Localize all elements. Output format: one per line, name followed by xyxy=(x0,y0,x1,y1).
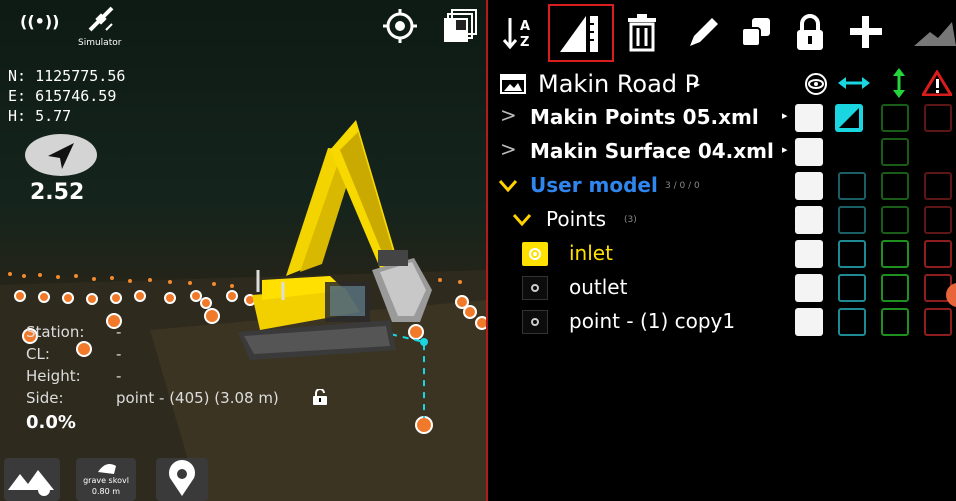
warning-checkbox[interactable] xyxy=(924,308,952,336)
terrain-hand-icon xyxy=(8,470,54,496)
plus-icon[interactable] xyxy=(846,12,886,52)
point-selected-icon[interactable] xyxy=(522,242,548,266)
truncation-arrow-icon: ▸ xyxy=(694,77,701,91)
height-label: Height: xyxy=(26,367,81,385)
grade-percent: 0.0% xyxy=(26,412,76,433)
bucket-width: 0.80 m xyxy=(91,487,121,496)
warning-icon[interactable] xyxy=(922,70,952,96)
station-label: Station: xyxy=(26,323,85,341)
vertical-checkbox[interactable] xyxy=(881,206,909,234)
tree-item-label[interactable]: outlet xyxy=(569,275,627,299)
east-coordinate: E: 615746.59 xyxy=(8,87,117,105)
map-pin-icon xyxy=(169,460,195,496)
bucket-name: grave skovl xyxy=(83,476,129,485)
pencil-icon[interactable] xyxy=(684,12,720,52)
tree-row-inlet[interactable]: inlet xyxy=(488,237,956,271)
truncation-arrow-icon: ▸ xyxy=(782,143,788,156)
sort-az-icon[interactable]: A Z xyxy=(500,12,536,52)
signal-icon[interactable]: ((•)) xyxy=(20,12,59,31)
side-value: point - (405) (3.08 m) xyxy=(116,389,279,407)
vertical-checkbox[interactable] xyxy=(881,104,909,132)
height-coordinate: H: 5.77 xyxy=(8,107,72,125)
bucket-selector-button[interactable]: grave skovl 0.80 m xyxy=(76,458,136,501)
map-3d-view[interactable]: ((•)) Simulator N: 1125775.56 E: 615746.… xyxy=(0,0,486,501)
chevron-down-icon[interactable] xyxy=(512,213,532,227)
tree-row-point-copy[interactable]: point - (1) copy1 xyxy=(488,305,956,339)
visibility-checkbox[interactable] xyxy=(795,308,823,336)
item-counts: (3) xyxy=(624,215,637,225)
point-icon[interactable] xyxy=(522,276,548,300)
project-title[interactable]: Makin Road P xyxy=(538,70,699,98)
visibility-checkbox[interactable] xyxy=(795,274,823,302)
ruler-icon xyxy=(560,16,598,52)
vertical-checkbox[interactable] xyxy=(881,172,909,200)
tree-row-user-model[interactable]: User model 3 / 0 / 0 xyxy=(488,169,956,203)
horizontal-checkbox[interactable] xyxy=(838,172,866,200)
warning-checkbox[interactable] xyxy=(924,104,952,132)
svg-text:A: A xyxy=(520,19,530,34)
heading-indicator xyxy=(25,134,97,176)
horizontal-checkbox[interactable] xyxy=(838,274,866,302)
warning-checkbox[interactable] xyxy=(924,172,952,200)
vertical-checkbox[interactable] xyxy=(881,308,909,336)
satellite-icon[interactable] xyxy=(86,4,116,34)
visibility-checkbox[interactable] xyxy=(795,206,823,234)
tree-row-surface-file[interactable]: > Makin Surface 04.xml ▸ xyxy=(488,135,956,169)
unlock-icon[interactable] xyxy=(311,389,329,405)
truncation-arrow-icon: ▸ xyxy=(782,109,788,122)
tree-item-label[interactable]: inlet xyxy=(569,241,613,265)
chevron-right-icon[interactable]: > xyxy=(500,103,517,127)
copy-icon[interactable] xyxy=(738,12,774,52)
visibility-checkbox[interactable] xyxy=(795,172,823,200)
lock-icon[interactable] xyxy=(792,12,828,52)
north-coordinate: N: 1125775.56 xyxy=(8,67,126,85)
simulator-label: Simulator xyxy=(78,38,122,48)
cl-label: CL: xyxy=(26,345,50,363)
warning-checkbox[interactable] xyxy=(924,206,952,234)
locate-icon[interactable] xyxy=(382,8,418,44)
vertical-checkbox[interactable] xyxy=(881,138,909,166)
speed-value: 2.52 xyxy=(30,180,85,205)
bucket-icon xyxy=(98,464,116,474)
tree-item-label[interactable]: Points xyxy=(546,207,606,231)
vertical-checkbox[interactable] xyxy=(881,240,909,268)
horizontal-arrows-icon[interactable] xyxy=(838,74,870,92)
terrain-tool-button[interactable] xyxy=(4,458,60,501)
chevron-right-icon[interactable]: > xyxy=(500,137,517,161)
chevron-down-icon[interactable] xyxy=(498,179,518,193)
tree-row-points-group[interactable]: Points (3) xyxy=(488,203,956,237)
vertical-arrows-icon[interactable] xyxy=(890,68,908,98)
terrain-icon[interactable] xyxy=(912,12,956,52)
height-value: - xyxy=(116,367,122,385)
cl-value: - xyxy=(116,345,122,363)
eye-icon[interactable] xyxy=(804,72,828,96)
horizontal-checkbox-partial[interactable] xyxy=(835,104,863,132)
tree-item-label[interactable]: point - (1) copy1 xyxy=(569,309,735,333)
warning-checkbox[interactable] xyxy=(924,240,952,268)
model-tree-panel: A Z Makin Road P ▸ > Makin Points 05.xml… xyxy=(488,0,956,501)
horizontal-checkbox[interactable] xyxy=(838,206,866,234)
tree-row-outlet[interactable]: outlet xyxy=(488,271,956,305)
visibility-checkbox[interactable] xyxy=(795,240,823,268)
layers-icon[interactable] xyxy=(442,8,478,44)
visibility-checkbox[interactable] xyxy=(795,104,823,132)
visibility-checkbox[interactable] xyxy=(795,138,823,166)
model-image-icon xyxy=(500,74,526,94)
svg-text:Z: Z xyxy=(520,35,529,50)
item-counts: 3 / 0 / 0 xyxy=(665,181,700,191)
tree-item-label[interactable]: Makin Points 05.xml xyxy=(530,105,780,129)
station-value: - xyxy=(116,323,122,341)
tree-item-label[interactable]: User model xyxy=(530,173,658,197)
point-icon[interactable] xyxy=(522,310,548,334)
tree-row-points-file[interactable]: > Makin Points 05.xml ▸ xyxy=(488,101,956,135)
horizontal-checkbox[interactable] xyxy=(838,308,866,336)
trash-icon[interactable] xyxy=(624,12,660,52)
ruler-button-selected[interactable] xyxy=(548,4,614,62)
tree-item-label[interactable]: Makin Surface 04.xml xyxy=(530,139,780,163)
vertical-checkbox[interactable] xyxy=(881,274,909,302)
place-marker-button[interactable] xyxy=(156,458,208,501)
horizontal-checkbox[interactable] xyxy=(838,240,866,268)
side-label: Side: xyxy=(26,389,64,407)
